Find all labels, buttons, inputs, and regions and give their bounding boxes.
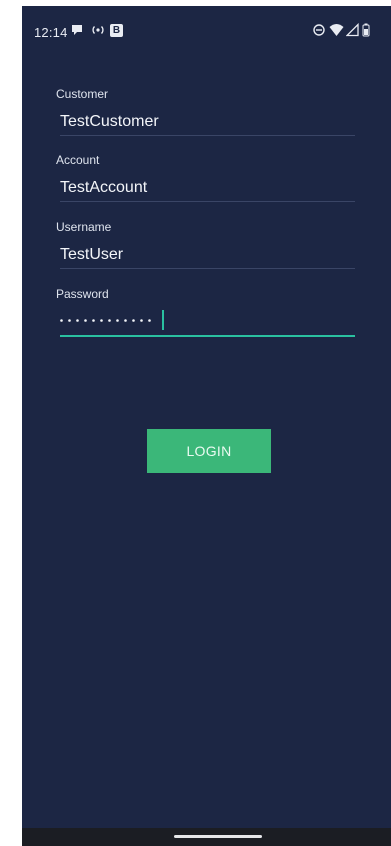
password-underline [60,335,355,337]
chat-bubble-icon [72,25,82,35]
account-input[interactable]: TestAccount [60,179,147,197]
home-handle[interactable] [174,835,262,838]
status-time: 12:14 [34,25,68,40]
customer-underline [60,135,355,136]
account-underline [60,201,355,202]
app-screen: 12:14 B Customer TestCustomer Account Te… [22,6,391,846]
wifi-icon [329,24,344,36]
account-label: Account [56,153,100,167]
broadcast-icon [92,26,104,34]
password-label: Password [56,287,109,301]
do-not-disturb-icon [313,24,325,36]
username-label: Username [56,220,112,234]
username-input[interactable]: TestUser [60,246,123,264]
b-badge-icon: B [110,24,123,37]
battery-icon [362,23,370,37]
customer-label: Customer [56,87,109,101]
username-underline [60,268,355,269]
password-input[interactable] [60,319,160,322]
navigation-bar [22,828,391,846]
signal-icon [346,23,359,37]
customer-input[interactable]: TestCustomer [60,113,159,131]
login-button[interactable]: LOGIN [147,429,271,473]
status-bar: 12:14 B [22,6,391,56]
text-cursor [162,310,164,330]
